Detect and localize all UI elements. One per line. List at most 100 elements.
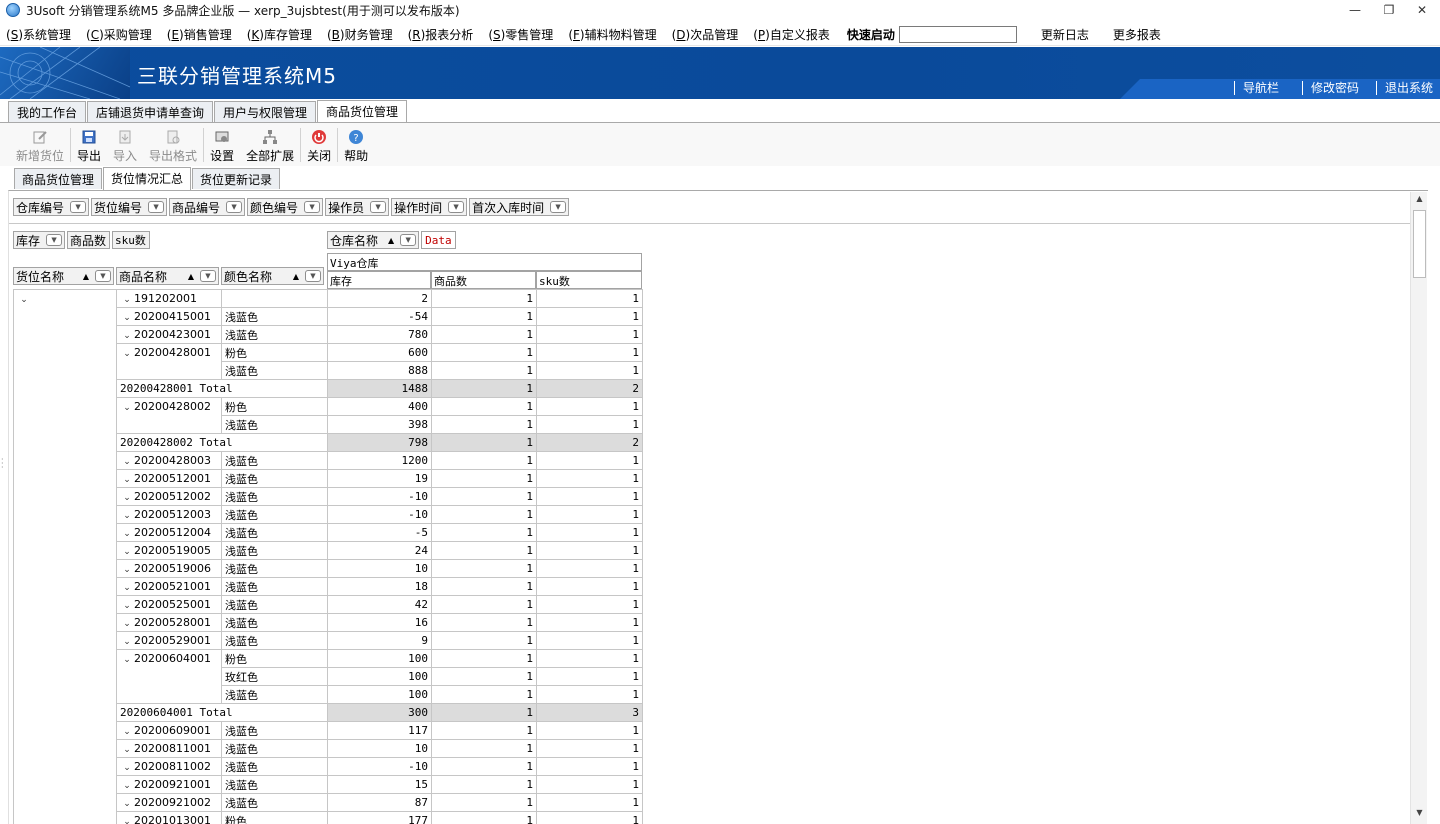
filter-field-2[interactable]: 商品编号 ▼ bbox=[169, 198, 246, 216]
product-cell[interactable]: ⌄ 20200521001 bbox=[116, 577, 222, 596]
scroll-down-icon[interactable]: ▼ bbox=[1411, 808, 1428, 822]
chevron-down-icon[interactable]: ▼ bbox=[304, 201, 321, 213]
close-window-button[interactable]: ✕ bbox=[1412, 2, 1432, 18]
chevron-down-icon[interactable]: ⌄ bbox=[120, 799, 134, 809]
filter-field-4[interactable]: 操作员 ▼ bbox=[325, 198, 390, 216]
tab-location-management[interactable]: 商品货位管理 bbox=[317, 100, 408, 123]
filter-field-0[interactable]: 仓库编号 ▼ bbox=[13, 198, 90, 216]
chevron-down-icon[interactable]: ⌄ bbox=[120, 601, 134, 611]
data-header-box[interactable]: Data bbox=[421, 231, 456, 249]
product-cell[interactable]: ⌄ 20200512003 bbox=[116, 505, 222, 524]
quick-start-input[interactable] bbox=[898, 26, 1017, 43]
menu-item-2[interactable]: (E)销售管理 bbox=[161, 26, 241, 43]
menu-item-7[interactable]: (F)辅料物料管理 bbox=[562, 26, 665, 43]
menu-item-8[interactable]: (D)次品管理 bbox=[666, 26, 748, 43]
splitter-handle[interactable]: · · · bbox=[1, 456, 5, 474]
chevron-down-icon[interactable]: ⌄ bbox=[120, 547, 134, 557]
chevron-down-icon[interactable]: ⌄ bbox=[120, 511, 134, 521]
product-cell[interactable]: ⌄ 20200604001 bbox=[116, 649, 222, 668]
tab-store-return-query[interactable]: 店铺退货申请单查询 bbox=[87, 101, 214, 122]
toolbar-button-settings[interactable]: 设置 bbox=[204, 123, 240, 167]
scroll-up-icon[interactable]: ▲ bbox=[1411, 194, 1428, 208]
chevron-down-icon[interactable]: ⌄ bbox=[120, 565, 134, 575]
menu-item-9[interactable]: (P)自定义报表 bbox=[747, 26, 839, 43]
chevron-down-icon[interactable]: ▼ bbox=[448, 201, 465, 213]
data-field-stock[interactable]: 库存 ▼ bbox=[13, 231, 66, 249]
chevron-down-icon[interactable]: ▼ bbox=[550, 201, 567, 213]
chevron-down-icon[interactable]: ⌄ bbox=[120, 619, 134, 629]
chevron-down-icon[interactable]: ⌄ bbox=[120, 313, 134, 323]
location-cell[interactable]: ⌄ bbox=[13, 289, 117, 824]
chevron-down-icon[interactable]: ⌄ bbox=[120, 763, 134, 773]
product-cell[interactable]: ⌄ 20200529001 bbox=[116, 631, 222, 650]
chevron-down-icon[interactable]: ▼ bbox=[226, 201, 243, 213]
toolbar-button-export-format[interactable]: 导出格式 bbox=[143, 123, 203, 167]
product-cell[interactable]: ⌄ 20200423001 bbox=[116, 325, 222, 344]
nav-link-logout[interactable]: 退出系统 bbox=[1376, 81, 1433, 95]
menu-item-0[interactable]: (S)系统管理 bbox=[0, 26, 80, 43]
product-cell[interactable]: ⌄ 20200811002 bbox=[116, 757, 222, 776]
restore-button[interactable]: ❐ bbox=[1379, 2, 1399, 18]
toolbar-button-power[interactable]: 关闭 bbox=[301, 123, 337, 167]
product-cell[interactable]: ⌄ 20200519005 bbox=[116, 541, 222, 560]
filter-field-5[interactable]: 操作时间 ▼ bbox=[391, 198, 468, 216]
chevron-down-icon[interactable]: ⌄ bbox=[120, 583, 134, 593]
minimize-button[interactable]: — bbox=[1345, 2, 1365, 18]
chevron-down-icon[interactable]: ⌄ bbox=[120, 727, 134, 737]
product-cell[interactable]: ⌄ 20200415001 bbox=[116, 307, 222, 326]
product-cell[interactable]: ⌄ 20200512002 bbox=[116, 487, 222, 506]
row-field-color[interactable]: 颜色名称 ▲ ▼ bbox=[221, 267, 324, 285]
chevron-down-icon[interactable]: ⌄ bbox=[120, 637, 134, 647]
toolbar-button-edit[interactable]: 新增货位 bbox=[10, 123, 70, 167]
product-cell[interactable]: ⌄ 20200519006 bbox=[116, 559, 222, 578]
changelog-link[interactable]: 更新日志 bbox=[1035, 26, 1107, 43]
menu-item-6[interactable]: (S)零售管理 bbox=[482, 26, 562, 43]
nav-link-navigation[interactable]: 导航栏 bbox=[1234, 81, 1279, 95]
chevron-down-icon[interactable]: ⌄ bbox=[120, 403, 134, 413]
chevron-down-icon[interactable]: ⌄ bbox=[120, 817, 134, 824]
subtab-location-summary[interactable]: 货位情况汇总 bbox=[103, 167, 192, 190]
menu-item-1[interactable]: (C)采购管理 bbox=[80, 26, 161, 43]
product-cell[interactable]: ⌄ 20200428001 bbox=[116, 343, 222, 362]
product-cell[interactable]: ⌄ 20200921002 bbox=[116, 793, 222, 812]
chevron-down-icon[interactable]: ⌄ bbox=[120, 475, 134, 485]
chevron-down-icon[interactable]: ▼ bbox=[148, 201, 165, 213]
toolbar-button-expand-all[interactable]: 全部扩展 bbox=[240, 123, 300, 167]
row-field-location[interactable]: 货位名称 ▲ ▼ bbox=[13, 267, 114, 285]
toolbar-button-help[interactable]: ? 帮助 bbox=[338, 123, 374, 167]
chevron-down-icon[interactable]: ⌄ bbox=[120, 349, 134, 359]
filter-field-1[interactable]: 货位编号 ▼ bbox=[91, 198, 168, 216]
product-cell[interactable]: ⌄ 20200525001 bbox=[116, 595, 222, 614]
product-cell[interactable]: ⌄ 20200609001 bbox=[116, 721, 222, 740]
product-cell[interactable]: ⌄ 20200512004 bbox=[116, 523, 222, 542]
product-cell[interactable]: ⌄ 20200512001 bbox=[116, 469, 222, 488]
data-field-product-count[interactable]: 商品数 bbox=[67, 231, 111, 249]
more-reports-link[interactable]: 更多报表 bbox=[1107, 26, 1179, 43]
data-field-sku-count[interactable]: sku数 bbox=[112, 231, 150, 249]
chevron-down-icon[interactable]: ⌄ bbox=[120, 529, 134, 539]
chevron-down-icon[interactable]: ⌄ bbox=[120, 331, 134, 341]
chevron-down-icon[interactable]: ▼ bbox=[370, 201, 387, 213]
column-field-warehouse[interactable]: 仓库名称 ▲ ▼ bbox=[327, 231, 420, 249]
tab-user-permissions[interactable]: 用户与权限管理 bbox=[214, 101, 317, 122]
tab-workbench[interactable]: 我的工作台 bbox=[8, 101, 87, 122]
chevron-down-icon[interactable]: ▼ bbox=[70, 201, 87, 213]
row-field-product[interactable]: 商品名称 ▲ ▼ bbox=[116, 267, 219, 285]
toolbar-button-save[interactable]: 导出 bbox=[71, 123, 107, 167]
filter-field-6[interactable]: 首次入库时间 ▼ bbox=[469, 198, 570, 216]
subtab-location-update-log[interactable]: 货位更新记录 bbox=[192, 168, 281, 189]
menu-item-3[interactable]: (K)库存管理 bbox=[241, 26, 321, 43]
nav-link-change-password[interactable]: 修改密码 bbox=[1302, 81, 1359, 95]
product-cell[interactable]: ⌄ 20200921001 bbox=[116, 775, 222, 794]
filter-field-3[interactable]: 颜色编号 ▼ bbox=[247, 198, 324, 216]
product-cell[interactable]: ⌄ 20200528001 bbox=[116, 613, 222, 632]
vertical-scrollbar[interactable]: ▲ ▼ bbox=[1410, 192, 1427, 824]
product-cell[interactable]: ⌄ 20200428002 bbox=[116, 397, 222, 416]
chevron-down-icon[interactable]: ⌄ bbox=[120, 457, 134, 467]
subtab-location-management[interactable]: 商品货位管理 bbox=[14, 168, 103, 189]
menu-item-5[interactable]: (R)报表分析 bbox=[402, 26, 483, 43]
product-cell[interactable]: ⌄ 20200428003 bbox=[116, 451, 222, 470]
chevron-down-icon[interactable]: ⌄ bbox=[120, 295, 134, 305]
chevron-down-icon[interactable]: ⌄ bbox=[17, 295, 31, 305]
product-cell[interactable]: ⌄ 20200811001 bbox=[116, 739, 222, 758]
